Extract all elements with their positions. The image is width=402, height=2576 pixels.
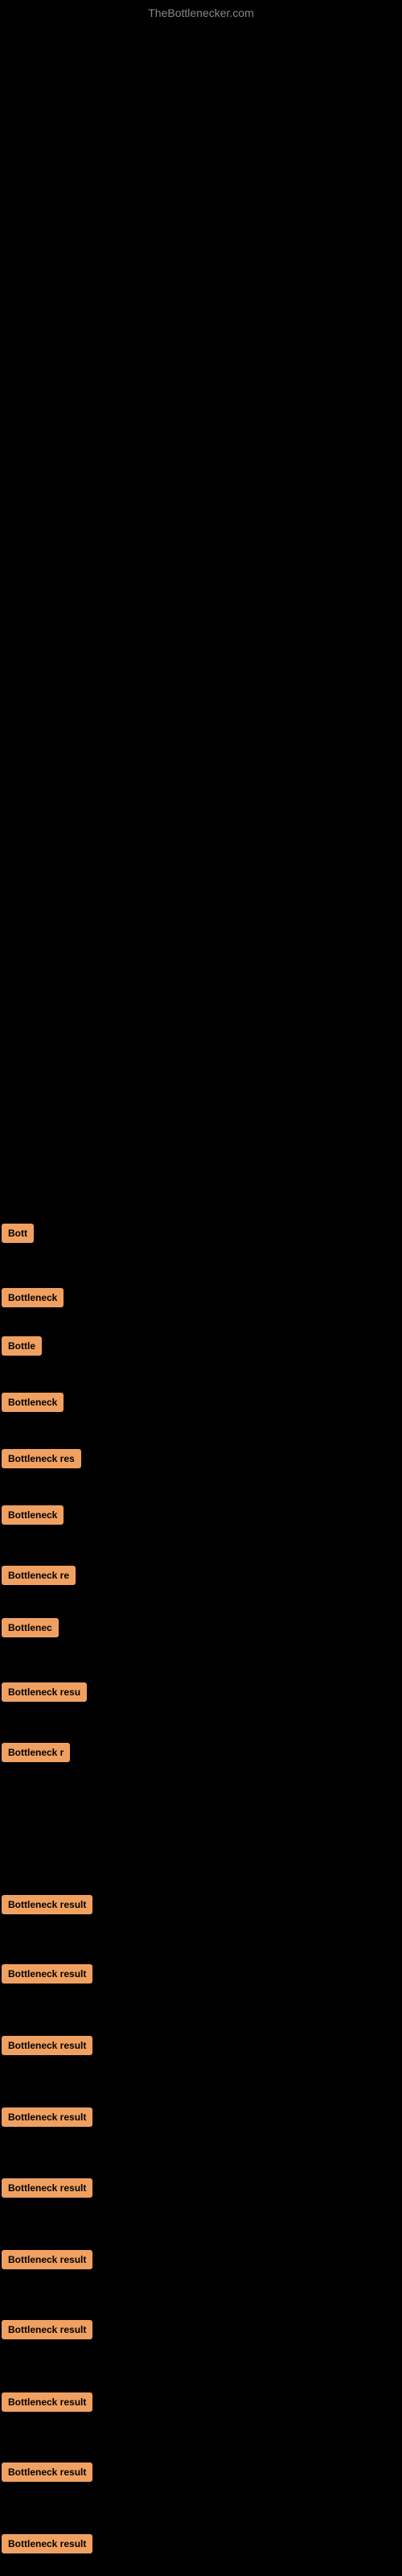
bottleneck-badge-14[interactable]: Bottleneck result bbox=[2, 2107, 92, 2127]
bottleneck-badge-5[interactable]: Bottleneck res bbox=[2, 1449, 81, 1468]
bottleneck-item: Bottleneck bbox=[2, 1505, 64, 1525]
bottleneck-item: Bottleneck result bbox=[2, 2462, 92, 2482]
bottleneck-item: Bottleneck result bbox=[2, 2250, 92, 2269]
bottleneck-item: Bottleneck r bbox=[2, 1743, 70, 1762]
bottleneck-badge-15[interactable]: Bottleneck result bbox=[2, 2178, 92, 2198]
bottleneck-badge-2[interactable]: Bottleneck bbox=[2, 1288, 64, 1307]
bottleneck-badge-12[interactable]: Bottleneck result bbox=[2, 1964, 92, 1984]
bottleneck-item: Bottleneck result bbox=[2, 2392, 92, 2412]
bottleneck-item: Bottleneck result bbox=[2, 2036, 92, 2055]
bottleneck-badge-7[interactable]: Bottleneck re bbox=[2, 1566, 76, 1585]
bottleneck-item: Bott bbox=[2, 1224, 34, 1243]
bottleneck-item: Bottlenec bbox=[2, 1618, 59, 1637]
bottleneck-badge-19[interactable]: Bottleneck result bbox=[2, 2462, 92, 2482]
bottleneck-item: Bottleneck re bbox=[2, 1566, 76, 1585]
bottleneck-item: Bottleneck res bbox=[2, 1449, 81, 1468]
bottleneck-item: Bottleneck resu bbox=[2, 1682, 87, 1702]
bottleneck-badge-1[interactable]: Bott bbox=[2, 1224, 34, 1243]
bottleneck-badge-3[interactable]: Bottle bbox=[2, 1336, 42, 1356]
bottleneck-item: Bottleneck result bbox=[2, 1964, 92, 1984]
bottleneck-item: Bottleneck result bbox=[2, 2320, 92, 2339]
site-title: TheBottlenecker.com bbox=[148, 6, 254, 19]
bottleneck-item: Bottleneck result bbox=[2, 2107, 92, 2127]
bottleneck-badge-9[interactable]: Bottleneck resu bbox=[2, 1682, 87, 1702]
bottleneck-badge-10[interactable]: Bottleneck r bbox=[2, 1743, 70, 1762]
bottleneck-badge-8[interactable]: Bottlenec bbox=[2, 1618, 59, 1637]
bottleneck-item: Bottleneck bbox=[2, 1288, 64, 1307]
bottleneck-badge-16[interactable]: Bottleneck result bbox=[2, 2250, 92, 2269]
bottleneck-badge-20[interactable]: Bottleneck result bbox=[2, 2534, 92, 2553]
bottleneck-badge-17[interactable]: Bottleneck result bbox=[2, 2320, 92, 2339]
bottleneck-item: Bottle bbox=[2, 1336, 42, 1356]
bottleneck-badge-6[interactable]: Bottleneck bbox=[2, 1505, 64, 1525]
bottleneck-item: Bottleneck result bbox=[2, 1895, 92, 1914]
bottleneck-badge-13[interactable]: Bottleneck result bbox=[2, 2036, 92, 2055]
bottleneck-badge-18[interactable]: Bottleneck result bbox=[2, 2392, 92, 2412]
bottleneck-item: Bottleneck result bbox=[2, 2178, 92, 2198]
bottleneck-item: Bottleneck result bbox=[2, 2534, 92, 2553]
bottleneck-badge-4[interactable]: Bottleneck bbox=[2, 1393, 64, 1412]
bottleneck-badge-11[interactable]: Bottleneck result bbox=[2, 1895, 92, 1914]
bottleneck-item: Bottleneck bbox=[2, 1393, 64, 1412]
